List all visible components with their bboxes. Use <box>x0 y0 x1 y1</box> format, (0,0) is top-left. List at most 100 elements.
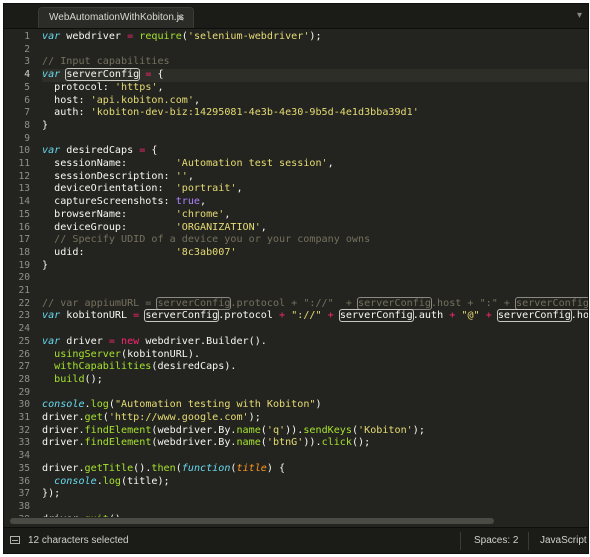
code-line[interactable]: usingServer(kobitonURL). <box>42 349 200 362</box>
syntax-selector[interactable]: JavaScript <box>540 535 587 546</box>
code-token: 'Automation test session' <box>175 158 328 169</box>
indentation-selector[interactable]: Spaces: 2 <box>474 535 518 546</box>
code-token: ) <box>315 399 322 411</box>
code-token: ) { <box>266 462 286 474</box>
code-line[interactable]: driver.findElement(webdriver.By.name('q'… <box>42 425 425 438</box>
code-line[interactable]: // var appiumURL = serverConfig.protocol… <box>42 296 588 311</box>
code-token: desiredCaps <box>60 145 140 157</box>
horizontal-scrollbar[interactable] <box>4 517 588 525</box>
line-number: 7 <box>24 107 30 119</box>
code-line[interactable]: var webdriver = require('selenium-webdri… <box>42 31 322 44</box>
code-line[interactable]: withCapabilities(desiredCaps). <box>42 361 236 374</box>
tab-scroll-arrow-icon[interactable]: ▾ <box>577 10 582 21</box>
code-line[interactable]: var kobitonURL = serverConfig.protocol +… <box>42 309 588 323</box>
horizontal-scrollbar-thumb[interactable] <box>10 518 494 524</box>
code-line[interactable]: var desiredCaps = { <box>42 145 157 158</box>
code-token: console <box>54 475 97 487</box>
code-token: var <box>42 31 61 42</box>
code-token: usingServer <box>54 348 122 360</box>
code-line[interactable]: console.log(title); <box>42 475 170 489</box>
code-token: withCapabilities <box>54 361 152 373</box>
code-token: "@" <box>461 310 480 322</box>
code-line[interactable]: deviceGroup: 'ORGANIZATION', <box>42 222 267 235</box>
code-token: , <box>193 94 201 106</box>
code-token: new <box>121 335 140 347</box>
code-token: (webdriver.By. <box>151 437 237 449</box>
code-token: console <box>42 399 85 411</box>
code-token: require <box>139 31 182 42</box>
tab-bar: WebAutomationWithKobiton.js × ▾ <box>4 4 588 29</box>
code-editor[interactable]: 1 2 3 4 5 6 7 8 9 10 11 12 13 14 15 16 17 18 19 20 21 22 23 24 2… <box>4 29 588 527</box>
code-area[interactable]: var webdriver = require('selenium-webdri… <box>42 29 588 527</box>
code-line[interactable]: host: 'api.kobiton.com', <box>42 95 200 108</box>
panel-toggle-icon[interactable] <box>10 536 20 544</box>
code-token: (webdriver.By. <box>151 424 237 436</box>
code-token: click <box>321 437 352 449</box>
code-token: driver. <box>42 462 85 474</box>
code-token: // var appiumURL = <box>42 297 158 309</box>
code-line[interactable]: deviceOrientation: 'portrait', <box>42 183 243 196</box>
code-token: title <box>236 462 267 474</box>
code-token: driver <box>60 335 109 347</box>
code-line[interactable]: // Specify UDID of a device you or your … <box>42 234 370 247</box>
code-line[interactable]: sessionDescription: '', <box>42 171 194 184</box>
code-token: log <box>102 475 122 487</box>
code-token: , <box>236 183 243 195</box>
code-token: webdriver <box>60 31 128 42</box>
code-line[interactable]: udid: '8c3ab007' <box>42 247 236 260</box>
code-line[interactable]: var driver = new webdriver.Builder(). <box>42 336 267 349</box>
tab-webautomationwithkobiton[interactable]: WebAutomationWithKobiton.js × <box>38 7 194 28</box>
code-token: "Automation testing with Kobiton" <box>114 399 316 411</box>
code-token: (kobitonURL). <box>121 348 201 360</box>
code-line[interactable]: console.log("Automation testing with Kob… <box>42 399 322 412</box>
code-token: webdriver.Builder(). <box>139 335 267 347</box>
tab-title: WebAutomationWithKobiton.js <box>49 12 184 23</box>
code-line[interactable]: var serverConfig = { <box>42 68 164 82</box>
close-icon[interactable]: × <box>176 11 185 24</box>
code-line[interactable]: } <box>42 120 48 133</box>
code-token: protocol: <box>42 81 115 93</box>
line-number: 22 <box>18 297 30 309</box>
code-token: browserName: <box>42 208 176 220</box>
line-number: 35 <box>18 462 30 474</box>
line-number: 9 <box>24 132 30 144</box>
line-number: 27 <box>18 361 30 373</box>
line-number: 11 <box>18 158 30 169</box>
line-number: 34 <box>18 450 30 462</box>
code-line[interactable]: auth: 'kobiton-dev-biz:14295081-4e3b-4e3… <box>42 107 419 120</box>
line-number: 2 <box>24 43 30 55</box>
line-number: 24 <box>18 323 30 335</box>
code-line[interactable]: // Input capabilities <box>42 56 170 69</box>
code-token: , <box>200 196 207 208</box>
code-line[interactable]: browserName: 'chrome', <box>42 209 230 222</box>
code-line[interactable]: driver.get('http://www.google.com'); <box>42 412 261 425</box>
line-number: 3 <box>24 56 30 68</box>
code-line[interactable]: build(); <box>42 374 103 387</box>
code-token: var <box>42 69 61 81</box>
code-token: deviceOrientation: <box>42 183 176 195</box>
code-token: 'ORGANIZATION' <box>175 221 261 233</box>
code-token: }); <box>42 488 61 500</box>
code-line[interactable]: captureScreenshots: true, <box>42 196 206 209</box>
code-line[interactable]: driver.getTitle().then(function(title) { <box>42 463 285 476</box>
code-line[interactable]: driver.findElement(webdriver.By.name('bt… <box>42 437 370 450</box>
code-line[interactable]: protocol: 'https', <box>42 81 164 95</box>
code-token: .auth <box>412 310 450 322</box>
code-token: true <box>175 196 201 208</box>
line-number: 14 <box>18 196 30 208</box>
code-token: ); <box>248 412 261 423</box>
line-number: 33 <box>18 437 30 449</box>
code-line[interactable]: }); <box>42 488 60 501</box>
code-token: "://" <box>291 310 322 322</box>
code-token: (title); <box>121 475 170 487</box>
selection-match: serverConfig <box>65 68 141 82</box>
line-number: 4 <box>24 69 30 81</box>
code-token: var <box>42 335 61 347</box>
code-line[interactable]: } <box>42 260 48 273</box>
code-token: , <box>157 81 164 93</box>
status-bar: 12 characters selected Spaces: 2 JavaScr… <box>4 527 588 553</box>
code-token: , <box>327 158 334 169</box>
code-token: findElement <box>84 424 152 436</box>
code-line[interactable]: sessionName: 'Automation test session', <box>42 158 334 171</box>
